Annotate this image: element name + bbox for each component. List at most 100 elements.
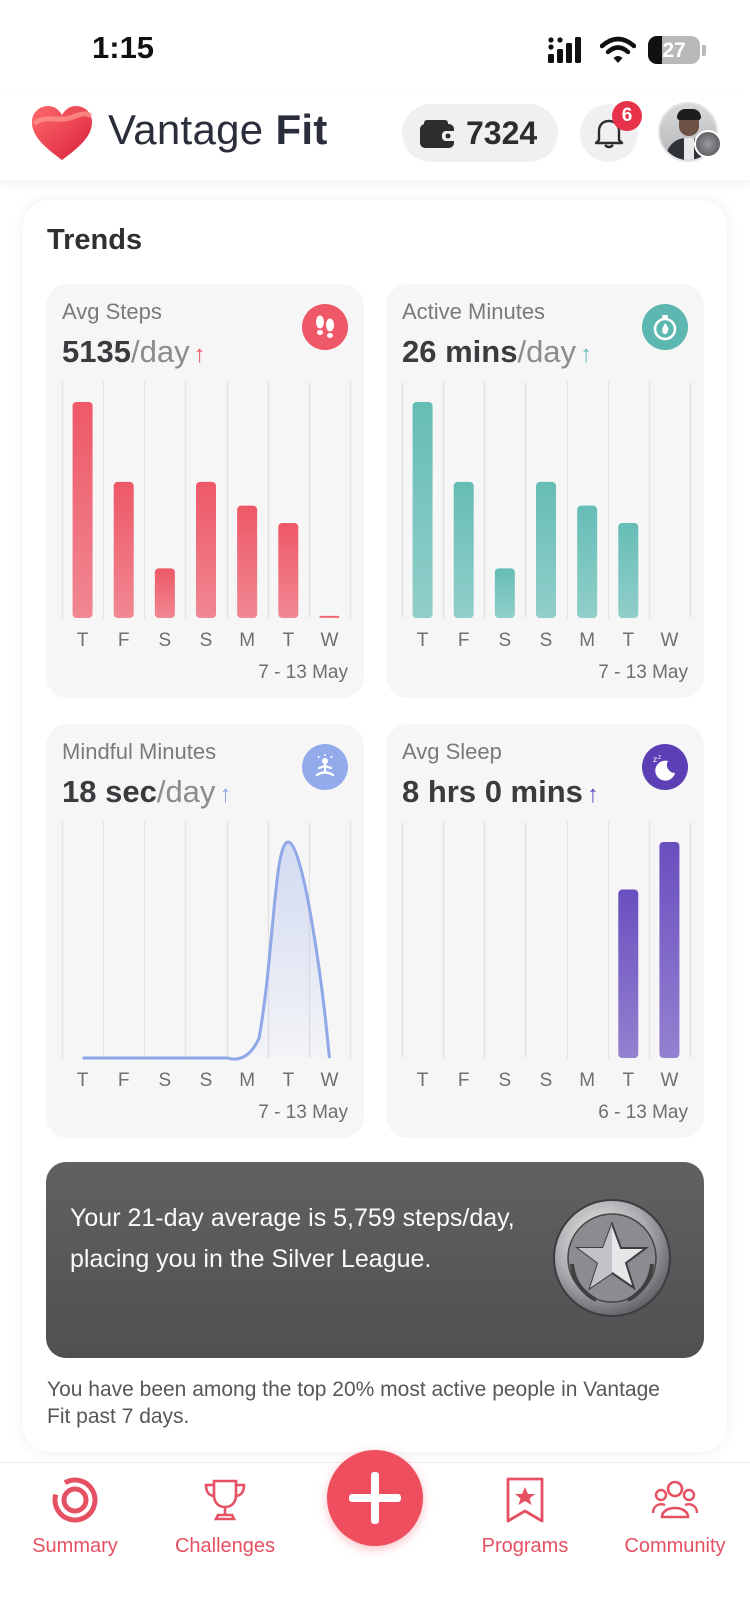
bar-m-4 — [577, 505, 598, 618]
date-range: 7 - 13 May — [598, 662, 688, 683]
battery-icon: 27 — [648, 36, 700, 64]
wifi-icon — [600, 36, 636, 63]
avg-steps-tile[interactable]: Avg Steps 5135/day ↑ T F S S M T W 7 - 13 May — [46, 284, 364, 698]
tick-label-3: S — [540, 1070, 553, 1091]
tick-label-2: S — [499, 1070, 512, 1091]
tick-label-2: S — [159, 1070, 172, 1091]
date-range: 6 - 13 May — [598, 1102, 688, 1123]
tick-label-3: S — [200, 630, 213, 651]
activity-footnote: You have been among the top 20% most act… — [47, 1378, 660, 1428]
vantage-fit-logo-icon — [32, 106, 93, 160]
bar-w-6 — [319, 615, 340, 618]
tick-label-6: W — [320, 1070, 338, 1091]
league-banner[interactable]: Your 21-day average is 5,759 steps/day, … — [46, 1162, 704, 1358]
svg-text:z: z — [653, 755, 657, 764]
nav-summary[interactable]: Summary — [0, 1463, 150, 1573]
status-bar: 1:15 27 — [0, 0, 750, 92]
avg-sleep-tile[interactable]: Avg Sleep 8 hrs 0 mins ↑ zz T F S S M T W 6 - 1… — [386, 724, 704, 1138]
active-minutes-tile[interactable]: Active Minutes 26 mins/day ↑ T F S S M T W 7 - … — [386, 284, 704, 698]
bar-t-5 — [618, 522, 639, 618]
bookmark-star-icon — [506, 1477, 544, 1523]
league-banner-text: Your 21-day average is 5,759 steps/day, … — [70, 1204, 515, 1273]
tick-label-5: T — [622, 1070, 634, 1091]
tick-label-5: T — [282, 630, 294, 651]
tick-label-5: T — [282, 1070, 294, 1091]
tick-label-1: F — [118, 630, 130, 651]
avg-sleep-chart: TFSSMTW — [401, 822, 692, 1091]
cellular-signal-icon — [548, 37, 581, 63]
clock: 1:15 — [92, 30, 155, 65]
bar-t-0 — [72, 402, 93, 618]
bar-f-1 — [453, 481, 474, 618]
tile-value: 8 hrs 0 mins ↑ — [402, 774, 599, 809]
mindful-area-fill — [82, 842, 330, 1060]
summary-rings-icon — [52, 1477, 98, 1523]
app-header: Vantage Fit 7324 6 — [0, 92, 750, 180]
tick-label-2: S — [159, 630, 172, 651]
tick-label-4: M — [239, 1070, 255, 1091]
tick-label-3: S — [200, 1070, 213, 1091]
nav-summary-label: Summary — [32, 1535, 118, 1557]
tick-label-1: F — [118, 1070, 130, 1091]
active-minutes-chart: TFSSMTW — [401, 382, 692, 651]
nav-challenges-label: Challenges — [174, 1535, 276, 1557]
silver-league-medal-icon — [553, 1199, 671, 1317]
nav-challenges[interactable]: Challenges — [150, 1463, 300, 1573]
battery-level: 27 — [662, 39, 686, 62]
bar-t-5 — [618, 889, 639, 1058]
tick-label-1: F — [458, 1070, 470, 1091]
tick-label-0: T — [417, 1070, 429, 1091]
tick-label-5: T — [622, 630, 634, 651]
bar-f-1 — [113, 481, 134, 618]
coins-count: 7324 — [466, 115, 538, 151]
meditation-icon — [302, 744, 348, 790]
mindful-minutes-chart: TFSSMTW — [61, 822, 352, 1091]
notification-badge: 6 — [612, 101, 642, 131]
footsteps-icon — [302, 304, 348, 350]
tile-value: 18 sec/day ↑ — [62, 774, 232, 809]
nav-community-label: Community — [624, 1535, 726, 1557]
wallet-icon — [420, 120, 458, 148]
bar-t-5 — [278, 522, 299, 618]
stopwatch-flame-icon — [642, 304, 688, 350]
tick-label-2: S — [499, 630, 512, 651]
sleep-moon-icon: zz — [642, 744, 688, 790]
date-range: 7 - 13 May — [258, 662, 348, 683]
tick-label-6: W — [660, 630, 678, 651]
tile-title: Active Minutes — [402, 299, 546, 324]
bar-t-0 — [412, 402, 433, 618]
tick-label-3: S — [540, 630, 553, 651]
date-range: 7 - 13 May — [258, 1102, 348, 1123]
tick-label-4: M — [239, 630, 255, 651]
community-people-icon — [651, 1480, 699, 1519]
tick-label-0: T — [77, 1070, 89, 1091]
nav-programs-label: Programs — [481, 1535, 569, 1557]
avg-steps-chart: TFSSMTW — [61, 382, 352, 651]
tick-label-6: W — [320, 630, 338, 651]
tick-label-6: W — [660, 1070, 678, 1091]
mindful-minutes-tile[interactable]: Mindful Minutes 18 sec/day ↑ T F S S M T W 7 - … — [46, 724, 364, 1138]
tile-value: 5135/day ↑ — [62, 334, 206, 369]
nav-programs[interactable]: Programs — [450, 1463, 600, 1573]
nav-community[interactable]: Community — [600, 1463, 750, 1573]
league-badge-icon — [694, 130, 722, 158]
bar-s-2 — [154, 568, 175, 618]
brand-name: Vantage Fit — [108, 106, 328, 153]
trends-title: Trends — [47, 224, 143, 256]
tile-title: Avg Sleep — [402, 739, 502, 764]
notifications-button[interactable]: 6 — [580, 101, 642, 162]
tick-label-1: F — [458, 630, 470, 651]
bar-s-3 — [536, 481, 556, 618]
tick-label-4: M — [579, 630, 595, 651]
trophy-icon — [204, 1479, 246, 1521]
bar-w-6 — [659, 842, 680, 1058]
bar-s-2 — [494, 568, 515, 618]
tile-title: Avg Steps — [62, 299, 162, 324]
tick-label-0: T — [417, 630, 429, 651]
tile-title: Mindful Minutes — [62, 739, 217, 764]
tick-label-4: M — [579, 1070, 595, 1091]
svg-text:z: z — [658, 754, 661, 761]
coins-wallet-button[interactable]: 7324 — [402, 104, 558, 162]
add-activity-button[interactable] — [327, 1450, 423, 1546]
bar-m-4 — [237, 505, 258, 618]
